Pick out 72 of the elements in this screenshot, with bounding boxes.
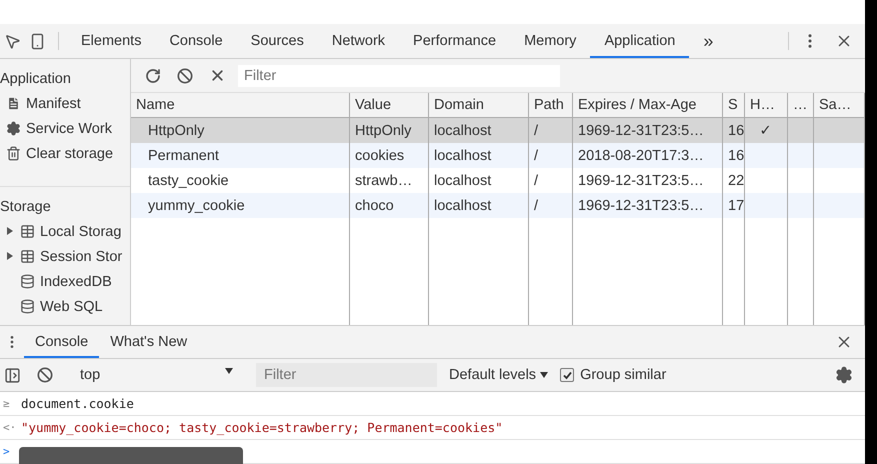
sidebar-item[interactable]: Local Storag: [40, 224, 122, 240]
grid-icon: [20, 249, 35, 264]
column-header[interactable]: Expires / Max-Age: [573, 93, 723, 118]
column-header[interactable]: Name: [131, 93, 350, 118]
column-header[interactable]: Value: [350, 93, 429, 118]
table-cell: [814, 118, 865, 143]
table-cell: localhost: [429, 143, 529, 168]
sidebar-heading: Application: [0, 70, 72, 89]
panel-tab[interactable]: Performance: [399, 24, 510, 58]
checkbox-label: Group similar: [580, 367, 666, 383]
trash-icon: [6, 146, 21, 161]
table-cell: /: [529, 143, 573, 168]
more-tabs-button[interactable]: »: [689, 24, 728, 58]
column-header[interactable]: Path: [529, 93, 573, 118]
table-cell: 1969-12-31T23:5…: [573, 118, 723, 143]
levels-dropdown[interactable]: Default levels: [445, 367, 552, 383]
caret-icon[interactable]: [225, 367, 233, 375]
table-cell: 16: [723, 143, 745, 168]
prompt-icon: ≥: [3, 397, 15, 410]
table-cell: 1969-12-31T23:5…: [573, 193, 723, 218]
drawer-tab[interactable]: What's New: [99, 326, 198, 358]
panel-tab[interactable]: Console: [155, 24, 237, 58]
filter-field[interactable]: Filter: [238, 64, 560, 86]
table-cell: /: [529, 193, 573, 218]
table-cell: 16: [723, 118, 745, 143]
table-cell: [788, 118, 814, 143]
column-header[interactable]: H…: [745, 93, 788, 118]
table-cell: localhost: [429, 193, 529, 218]
table-cell: HttpOnly: [350, 118, 429, 143]
table-cell: 17: [723, 193, 745, 218]
command-text: document.cookie: [21, 396, 134, 411]
result-text: "yummy_cookie=choco; tasty_cookie=strawberry; Permanent=cookies": [21, 420, 503, 435]
caret-icon[interactable]: [6, 226, 14, 234]
panel-tab[interactable]: Network: [318, 24, 400, 58]
prompt-icon: <·: [3, 421, 15, 434]
column-header[interactable]: Domain: [429, 93, 529, 118]
table-cell: 2018-08-20T17:3…: [573, 143, 723, 168]
column-header[interactable]: …: [788, 93, 814, 118]
sidebar-item[interactable]: Manifest: [26, 96, 81, 112]
caret-icon[interactable]: [6, 252, 14, 260]
table-cell: cookies: [350, 143, 429, 168]
table-cell: choco: [350, 193, 429, 218]
context-select[interactable]: top: [74, 367, 239, 383]
file-icon: [6, 96, 21, 111]
checkbox[interactable]: [560, 368, 574, 382]
grid-icon: [20, 224, 35, 239]
table-cell: [745, 143, 788, 168]
filter-field[interactable]: Filter: [256, 363, 437, 387]
database-icon: [20, 274, 35, 289]
sidebar-item[interactable]: Clear storage: [26, 146, 114, 162]
sidebar-item[interactable]: IndexedDB: [40, 274, 112, 290]
table-cell: ✓: [745, 118, 788, 143]
column-header[interactable]: Sa…: [814, 93, 865, 118]
sidebar-heading: Storage: [0, 198, 52, 217]
table-cell: yummy_cookie: [131, 193, 350, 218]
sidebar-item[interactable]: Service Work: [26, 120, 112, 136]
drawer-tab[interactable]: Console: [24, 326, 100, 358]
column-header[interactable]: S: [723, 93, 745, 118]
panel-tab[interactable]: Memory: [510, 24, 590, 58]
table-cell: HttpOnly: [131, 118, 350, 143]
table-cell: [814, 143, 865, 168]
sidebar-item[interactable]: Session Stor: [40, 248, 122, 264]
table-cell: /: [529, 118, 573, 143]
database-icon: [20, 299, 35, 314]
sidebar-item[interactable]: Web SQL: [40, 298, 103, 314]
panel-tab[interactable]: Elements: [67, 24, 156, 58]
table-cell: localhost: [429, 118, 529, 143]
table-cell: Permanent: [131, 143, 350, 168]
caret-icon[interactable]: [540, 371, 548, 379]
prompt-icon: >: [3, 445, 15, 458]
panel-tab[interactable]: Sources: [236, 24, 318, 58]
table-cell: [788, 143, 814, 168]
